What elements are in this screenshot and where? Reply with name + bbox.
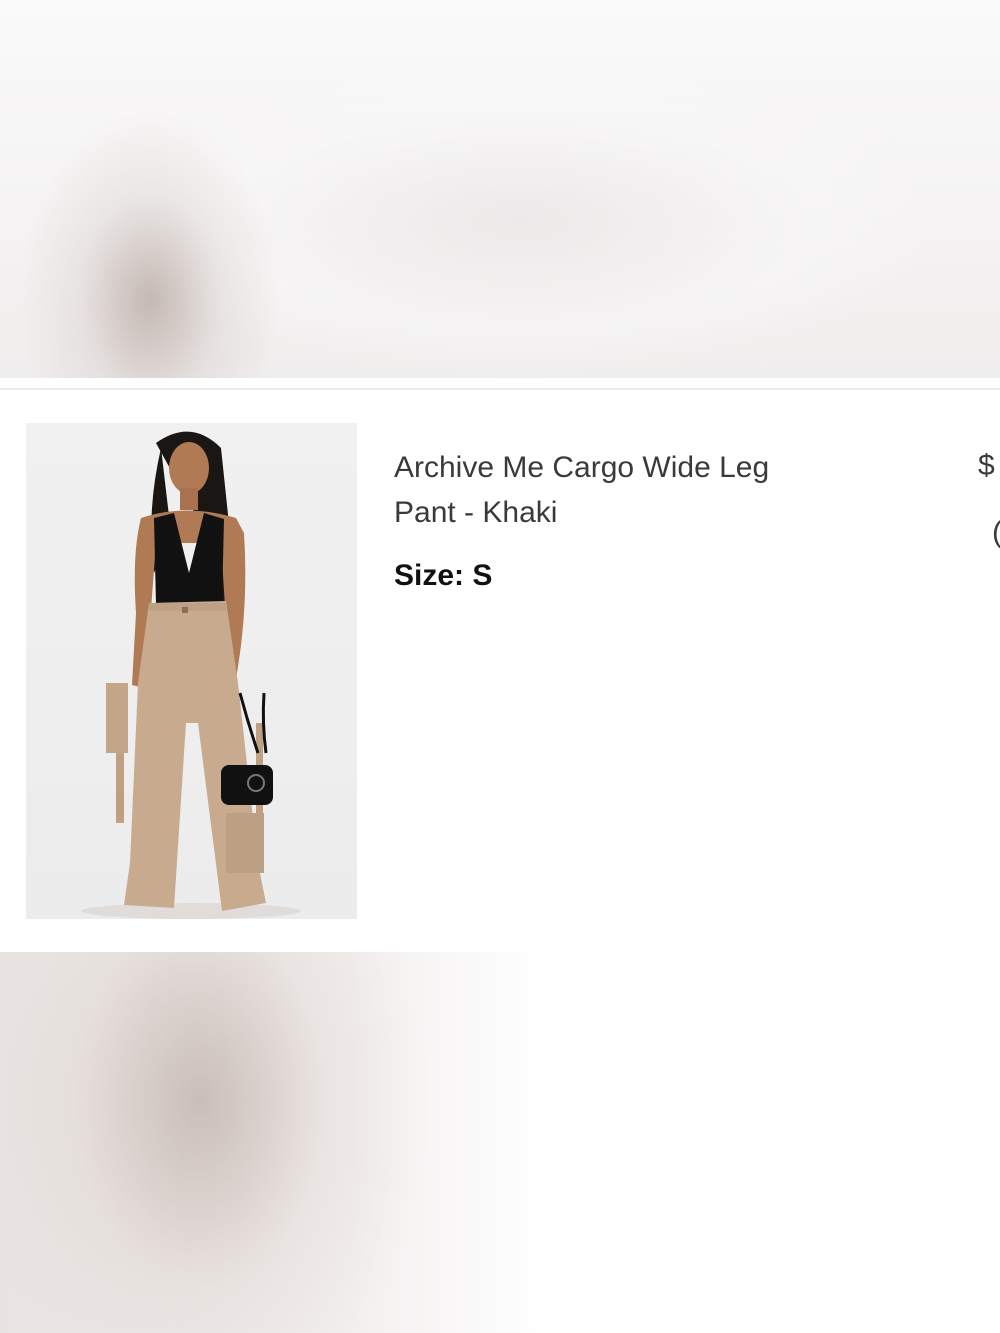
- item-divider: [0, 388, 1000, 390]
- product-title[interactable]: Archive Me Cargo Wide Leg Pant - Khaki: [394, 445, 824, 535]
- blurred-next-item: [0, 952, 1000, 1333]
- product-price: $: [978, 449, 995, 482]
- size-label: Size:: [394, 559, 465, 592]
- size-value: S: [472, 559, 493, 592]
- product-image[interactable]: [26, 423, 357, 919]
- product-photo-icon: [81, 431, 301, 919]
- quantity-partial[interactable]: (: [992, 513, 1000, 553]
- product-size: Size: S: [394, 556, 492, 596]
- blurred-previous-item: [0, 0, 1000, 378]
- cart-page: Archive Me Cargo Wide Leg Pant - Khaki S…: [0, 0, 1000, 1333]
